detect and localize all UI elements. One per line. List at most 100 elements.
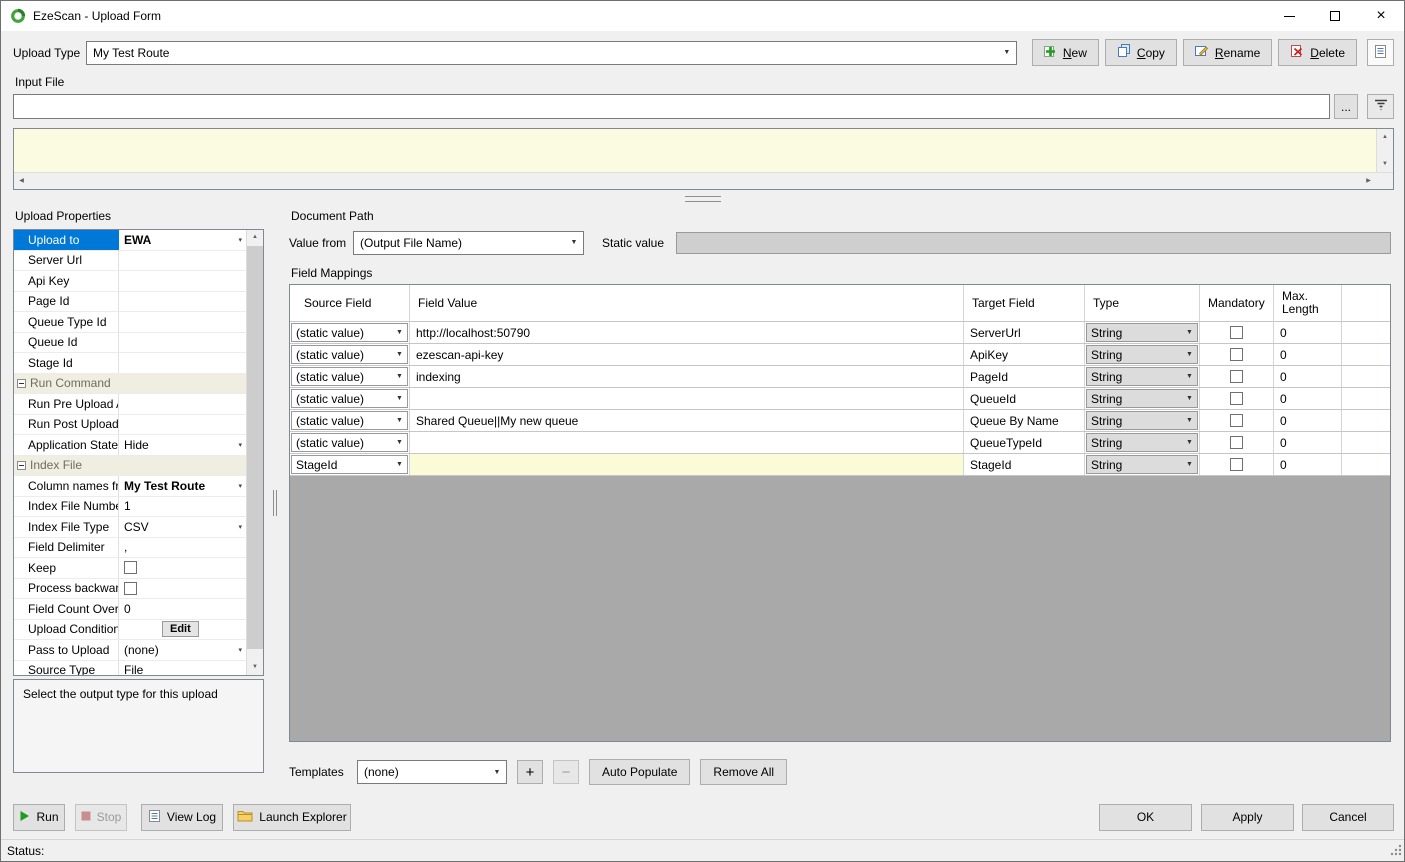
chevron-down-icon[interactable]: ▾ — [238, 523, 242, 531]
minimize-button[interactable] — [1266, 1, 1312, 31]
property-value-cell[interactable] — [119, 558, 246, 578]
view-log-button[interactable]: View Log — [141, 804, 223, 831]
type-combobox[interactable]: String▼ — [1086, 433, 1198, 452]
property-value-cell[interactable]: EWA▾ — [119, 230, 246, 250]
source-field-combobox[interactable]: (static value)▼ — [291, 433, 408, 452]
property-row[interactable]: Index File TypeCSV▾ — [14, 517, 246, 538]
property-row[interactable]: Keep — [14, 558, 246, 579]
property-row[interactable]: Run Post Upload ... — [14, 415, 246, 436]
source-field-combobox[interactable]: (static value)▼ — [291, 345, 408, 364]
mandatory-checkbox[interactable] — [1230, 414, 1243, 427]
scroll-up-icon[interactable]: ▲ — [1378, 131, 1393, 143]
property-row[interactable]: Page Id — [14, 292, 246, 313]
property-row[interactable]: Column names fr...My Test Route▾ — [14, 476, 246, 497]
property-row[interactable]: Api Key — [14, 271, 246, 292]
property-value-cell[interactable]: CSV▾ — [119, 517, 246, 537]
field-value-cell[interactable] — [410, 432, 964, 453]
type-combobox[interactable]: String▼ — [1086, 411, 1198, 430]
copy-button[interactable]: Copy — [1105, 39, 1177, 66]
max-length-cell[interactable]: 0 — [1274, 388, 1342, 409]
property-value-cell[interactable]: My Test Route▾ — [119, 476, 246, 496]
property-value-cell[interactable] — [119, 251, 246, 271]
input-file-input[interactable] — [13, 94, 1330, 119]
type-combobox[interactable]: String▼ — [1086, 345, 1198, 364]
horizontal-splitter-handle[interactable] — [685, 196, 721, 202]
field-value-cell[interactable] — [410, 454, 964, 475]
property-value-cell[interactable] — [119, 579, 246, 599]
source-field-combobox[interactable]: (static value)▼ — [291, 389, 408, 408]
scroll-down-icon[interactable]: ▼ — [1378, 158, 1393, 170]
collapse-icon[interactable] — [17, 461, 26, 470]
new-button[interactable]: New — [1032, 39, 1099, 66]
field-value-cell[interactable]: ezescan-api-key — [410, 344, 964, 365]
browse-button[interactable]: ... — [1334, 94, 1358, 119]
filter-button[interactable] — [1367, 94, 1394, 119]
property-value-cell[interactable]: 1 — [119, 497, 246, 517]
preview-content[interactable] — [14, 129, 1376, 172]
property-row[interactable]: Queue Type Id — [14, 312, 246, 333]
property-category-row[interactable]: Run Command — [14, 374, 246, 395]
mandatory-checkbox[interactable] — [1230, 326, 1243, 339]
cancel-button[interactable]: Cancel — [1302, 804, 1394, 831]
field-value-cell[interactable]: http://localhost:50790 — [410, 322, 964, 343]
notes-button[interactable] — [1367, 39, 1394, 66]
run-button[interactable]: Run — [13, 804, 65, 831]
property-row[interactable]: Server Url — [14, 251, 246, 272]
property-row[interactable]: Queue Id — [14, 333, 246, 354]
field-value-cell[interactable]: Shared Queue||My new queue — [410, 410, 964, 431]
scroll-up-icon[interactable]: ▲ — [247, 230, 263, 245]
upload-type-combobox[interactable]: My Test Route ▼ — [86, 41, 1017, 65]
chevron-down-icon[interactable]: ▾ — [238, 236, 242, 244]
property-value-cell[interactable]: File — [119, 661, 246, 676]
property-row[interactable]: Field Delimiter, — [14, 538, 246, 559]
preview-vertical-scrollbar[interactable]: ▲ ▼ — [1376, 129, 1393, 172]
edit-condition-button[interactable]: Edit — [162, 621, 199, 637]
type-combobox[interactable]: String▼ — [1086, 367, 1198, 386]
source-field-combobox[interactable]: StageId▼ — [291, 455, 408, 474]
property-value-cell[interactable] — [119, 353, 246, 373]
launch-explorer-button[interactable]: Launch Explorer — [233, 804, 351, 831]
property-value-cell[interactable] — [119, 394, 246, 414]
max-length-cell[interactable]: 0 — [1274, 366, 1342, 387]
property-value-cell[interactable]: 0 — [119, 599, 246, 619]
value-from-combobox[interactable]: (Output File Name) ▼ — [353, 231, 584, 255]
ok-button[interactable]: OK — [1099, 804, 1192, 831]
templates-combobox[interactable]: (none) ▼ — [357, 760, 507, 784]
mandatory-checkbox[interactable] — [1230, 458, 1243, 471]
scroll-right-icon[interactable]: ▶ — [1361, 175, 1376, 187]
property-value-cell[interactable]: Edit — [119, 620, 246, 640]
property-value-cell[interactable]: , — [119, 538, 246, 558]
property-row[interactable]: Source TypeFile — [14, 661, 246, 676]
apply-button[interactable]: Apply — [1201, 804, 1294, 831]
resize-grip[interactable] — [1390, 844, 1402, 859]
properties-scrollbar[interactable]: ▲ ▼ — [246, 230, 263, 675]
property-row[interactable]: Pass to Upload(none)▾ — [14, 640, 246, 661]
source-field-combobox[interactable]: (static value)▼ — [291, 367, 408, 386]
property-value-cell[interactable] — [119, 312, 246, 332]
property-value-cell[interactable]: (none)▾ — [119, 640, 246, 660]
chevron-down-icon[interactable]: ▾ — [238, 482, 242, 490]
mandatory-checkbox[interactable] — [1230, 392, 1243, 405]
property-row[interactable]: Process backwards — [14, 579, 246, 600]
property-row[interactable]: Upload ConditionEdit — [14, 620, 246, 641]
property-checkbox[interactable] — [124, 582, 137, 595]
property-value-cell[interactable] — [119, 333, 246, 353]
field-value-cell[interactable]: indexing — [410, 366, 964, 387]
property-category-row[interactable]: Index File — [14, 456, 246, 477]
type-combobox[interactable]: String▼ — [1086, 323, 1198, 342]
property-value-cell[interactable] — [119, 415, 246, 435]
scroll-left-icon[interactable]: ◀ — [14, 175, 29, 187]
property-row[interactable]: Index File Number1 — [14, 497, 246, 518]
max-length-cell[interactable]: 0 — [1274, 344, 1342, 365]
mandatory-checkbox[interactable] — [1230, 436, 1243, 449]
property-row[interactable]: Field Count Overr...0 — [14, 599, 246, 620]
maximize-button[interactable] — [1312, 1, 1358, 31]
remove-all-button[interactable]: Remove All — [700, 759, 787, 785]
source-field-combobox[interactable]: (static value)▼ — [291, 323, 408, 342]
property-value-cell[interactable]: Hide▾ — [119, 435, 246, 455]
preview-horizontal-scrollbar[interactable]: ◀ ▶ — [14, 172, 1393, 189]
property-value-cell[interactable] — [119, 271, 246, 291]
max-length-cell[interactable]: 0 — [1274, 410, 1342, 431]
max-length-cell[interactable]: 0 — [1274, 454, 1342, 475]
property-row[interactable]: Application StateHide▾ — [14, 435, 246, 456]
